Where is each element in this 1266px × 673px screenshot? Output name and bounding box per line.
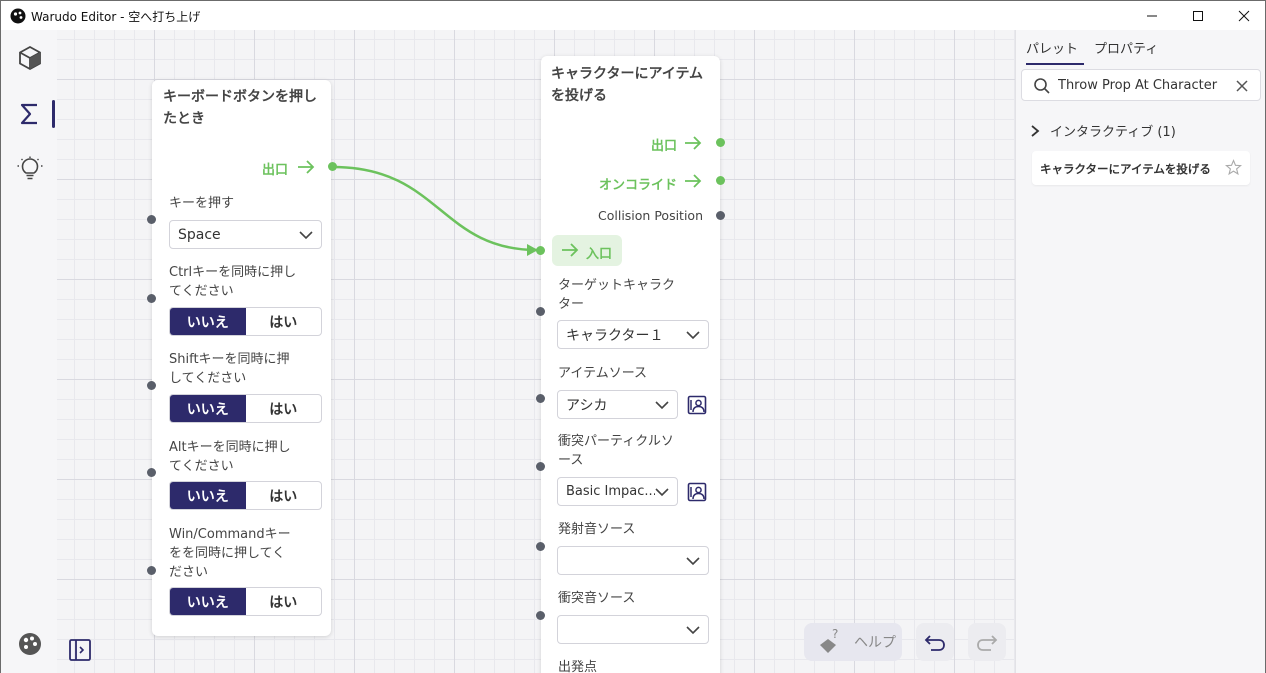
result-label: キャラクターにアイテムを投げる [1040, 162, 1211, 176]
ctrl-toggle[interactable]: いいえ はい [169, 307, 322, 336]
toggle-no[interactable]: いいえ [170, 588, 246, 615]
item-input-port[interactable] [536, 394, 545, 403]
flow-override-label: オンコライド [598, 178, 677, 193]
node-title: キーボードボタンを押し たとき [163, 89, 317, 127]
alt-label: Altキーを同時に押し てください [169, 440, 291, 474]
shift-input-port[interactable] [147, 381, 156, 390]
sidebar-expand-icon [69, 639, 91, 661]
image-picker-icon [687, 482, 707, 502]
impact-sound-label: 衝突音ソース [558, 591, 636, 606]
help-book-icon: ? [820, 627, 838, 653]
toggle-no[interactable]: いいえ [170, 308, 246, 335]
item-label: アイテムソース [558, 366, 648, 381]
particle-select-value: Basic Impac... [566, 484, 657, 499]
chevron-down-icon [686, 331, 700, 340]
collision-position-port[interactable] [716, 211, 725, 220]
launch-sound-label: 発射音ソース [558, 522, 636, 537]
ctrl-label: Ctrlキーを同時に押し てください [169, 265, 297, 299]
category-label: インタラクティブ (1) [1050, 125, 1176, 140]
category-interactive[interactable]: インタラクティブ (1) [1030, 121, 1176, 140]
key-input-port[interactable] [147, 215, 156, 224]
shift-toggle[interactable]: いいえ はい [169, 394, 322, 423]
win-label: Win/Commandキー をを同時に押してく ださい [169, 527, 291, 580]
flow-in-label: 入口 [586, 247, 613, 262]
flow-out-label: 出口 [261, 163, 288, 178]
target-select[interactable]: キャラクター１ [557, 320, 709, 349]
target-select-value: キャラクター１ [566, 327, 664, 344]
star-icon[interactable] [1225, 159, 1242, 176]
chevron-down-icon [686, 626, 700, 635]
flow-out-label: 出口 [650, 139, 677, 154]
toggle-yes[interactable]: はい [246, 482, 322, 509]
chevron-down-icon [655, 487, 669, 497]
win-input-port[interactable] [147, 566, 156, 575]
redo-button[interactable] [968, 623, 1006, 661]
node-title: キャラクターにアイテム を投げる [551, 66, 704, 104]
win-toggle[interactable]: いいえ はい [169, 587, 322, 616]
item-select-value: アシカ [566, 397, 608, 414]
toggle-yes[interactable]: はい [246, 395, 322, 422]
item-select[interactable]: アシカ [557, 390, 678, 419]
particle-input-port[interactable] [536, 462, 545, 471]
toggle-yes[interactable]: はい [246, 308, 322, 335]
redo-icon [977, 635, 998, 651]
arrow-right-icon [562, 243, 579, 257]
arrow-right-icon [685, 136, 702, 150]
target-label: ターゲットキャラク ター [558, 278, 676, 312]
palette-result-item[interactable]: キャラクターにアイテムを投げる [1032, 151, 1250, 185]
tab-active-indicator [1026, 63, 1084, 65]
alt-toggle[interactable]: いいえ はい [169, 481, 322, 510]
sidebar-toggle-button[interactable] [68, 638, 92, 666]
alt-input-port[interactable] [147, 468, 156, 477]
toggle-yes[interactable]: はい [246, 588, 322, 615]
key-select[interactable]: Space [169, 220, 322, 249]
flow-override-port[interactable] [716, 176, 725, 185]
arrow-right-icon [298, 160, 315, 174]
right-panel: パレット プロパティ インタラクティブ (1) キャラクターにアイテムを投げる [1015, 30, 1266, 673]
svg-text:?: ? [832, 627, 838, 641]
key-label: キーを押す [169, 196, 235, 211]
launch-sound-select[interactable] [557, 546, 709, 575]
origin-label: 出発点 [558, 660, 598, 673]
tab-palette[interactable]: パレット [1026, 38, 1078, 57]
chevron-down-icon [655, 401, 669, 410]
clear-search-icon[interactable] [1236, 80, 1248, 92]
toggle-no[interactable]: いいえ [170, 482, 246, 509]
impact-sound-select[interactable] [557, 615, 709, 644]
particle-label: 衝突パーティクルソ ース [558, 434, 674, 468]
target-input-port[interactable] [536, 307, 545, 316]
launch-sound-input-port[interactable] [536, 542, 545, 551]
particle-select[interactable]: Basic Impac... [557, 477, 678, 506]
help-label: ヘルプ [854, 635, 896, 651]
particle-asset-picker-button[interactable] [685, 480, 709, 504]
key-select-value: Space [178, 226, 221, 243]
toggle-no[interactable]: いいえ [170, 395, 246, 422]
search-icon [1034, 78, 1050, 94]
item-asset-picker-button[interactable] [685, 393, 709, 417]
tab-properties[interactable]: プロパティ [1094, 38, 1158, 57]
chevron-right-icon [1031, 124, 1040, 137]
collision-position-label: Collision Position [598, 208, 703, 223]
impact-sound-input-port[interactable] [536, 611, 545, 620]
chevron-down-icon [299, 231, 313, 240]
shift-label: Shiftキーを同時に押 してください [169, 352, 290, 386]
flow-out-port[interactable] [716, 138, 725, 147]
undo-button[interactable] [916, 623, 954, 661]
undo-icon [924, 635, 945, 651]
image-picker-icon [687, 395, 707, 415]
ctrl-input-port[interactable] [147, 294, 156, 303]
help-button[interactable]: ? ヘルプ [804, 623, 902, 661]
flow-out-port[interactable] [328, 162, 337, 171]
palette-search [1021, 69, 1261, 101]
chevron-down-icon [686, 557, 700, 566]
search-input[interactable] [1058, 75, 1228, 95]
arrow-right-icon [685, 174, 702, 188]
flow-in-port[interactable] [536, 246, 545, 255]
